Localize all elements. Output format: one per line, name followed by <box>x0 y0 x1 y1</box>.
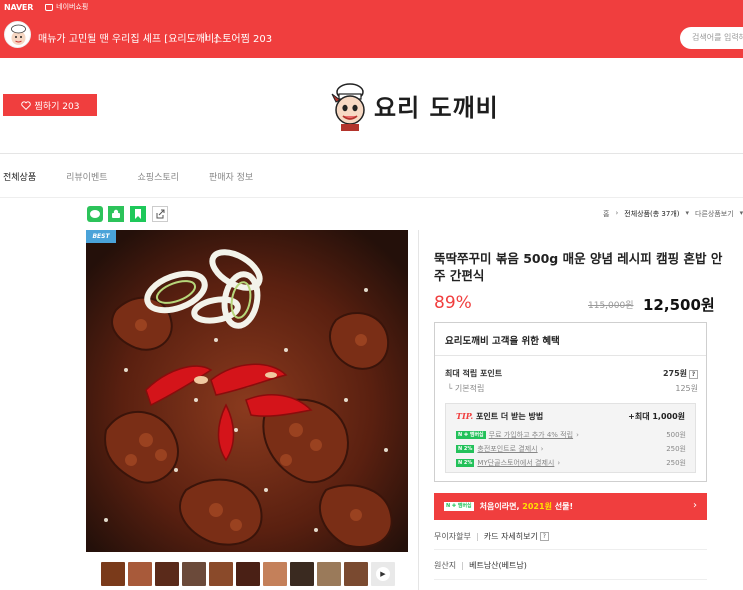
info-divider <box>434 579 707 580</box>
original-price: 115,000원 <box>588 301 634 311</box>
tip-prefix: TIP. <box>456 411 474 421</box>
base-point-label: 기본적립 <box>454 384 485 393</box>
thumbnail-1[interactable] <box>101 562 125 586</box>
npay-badge-icon: N 2% <box>456 459 475 467</box>
chevron-right-icon: › <box>693 500 697 511</box>
nav-divider <box>0 197 743 198</box>
help-icon[interactable]: ? <box>689 370 698 379</box>
store-header: 매뉴가 고민될 땐 우리집 셰프 [요리도깨비] 스토어찜 203 검색어를 입… <box>0 14 743 58</box>
base-point-value: 125원 <box>675 384 698 393</box>
thumbnail-7[interactable] <box>263 562 287 586</box>
promo-text: 처음이라면, 2021원 선물! <box>479 502 574 511</box>
best-badge: BEST <box>86 230 116 243</box>
thumbnail-6[interactable] <box>236 562 260 586</box>
tip-value: 250원 <box>666 445 686 453</box>
thumbnail-2[interactable] <box>128 562 152 586</box>
blog-share-icon[interactable] <box>130 206 146 222</box>
thumbnail-5[interactable] <box>209 562 233 586</box>
membership-promo-banner[interactable]: N ✚ 멤버십 처음이라면, 2021원 선물! › <box>434 493 707 520</box>
discount-rate: 89% <box>434 293 472 313</box>
logo-text: 요리 도깨비 <box>374 94 499 122</box>
npay-badge-icon: N 2% <box>456 445 475 453</box>
tip-heading: TIP. 포인트 더 받는 방법 <box>456 411 543 422</box>
video-thumbnail[interactable]: ▶ <box>371 562 395 586</box>
thumbnail-4[interactable] <box>182 562 206 586</box>
origin-label: 원산지 <box>434 561 457 570</box>
origin-row: 원산지 베트남산(베트남) <box>434 560 707 571</box>
nav-all-products[interactable]: 전체상품 <box>3 170 36 184</box>
help-icon[interactable]: ? <box>539 532 549 541</box>
tip-value: 250원 <box>666 459 686 467</box>
tip-row[interactable]: N ✚ 멤버십 무료 가입하고 추가 4% 적립 › 500원 <box>456 430 686 440</box>
thumbnail-strip: ▶ <box>101 562 395 586</box>
tip-max-point: +최대 1,000원 <box>628 412 685 421</box>
card-detail-link[interactable]: 카드 자세히보기 <box>484 531 538 542</box>
nav-seller-info[interactable]: 판매자 정보 <box>209 170 253 184</box>
tip-title: 포인트 더 받는 방법 <box>475 412 544 421</box>
thumbnail-3[interactable] <box>155 562 179 586</box>
benefit-box: 요리도깨비 고객을 위한 혜택 최대 적립 포인트 275원? └ 기본적립 1… <box>434 322 707 482</box>
membership-badge-icon: N ✚ 멤버십 <box>456 431 486 439</box>
share-icon[interactable] <box>152 206 168 222</box>
play-icon: ▶ <box>376 567 390 581</box>
base-point-row: └ 기본적립 125원 <box>445 384 698 393</box>
header-divider <box>205 32 206 41</box>
max-point-row: 최대 적립 포인트 275원? <box>445 368 698 379</box>
store-logo[interactable]: 요리 도깨비 <box>330 80 498 132</box>
tip-label: MY단골스토어에서 결제시 <box>477 459 555 467</box>
band-share-icon[interactable] <box>108 206 124 222</box>
point-tip-box: TIP. 포인트 더 받는 방법 +최대 1,000원 N ✚ 멤버십 무료 가입… <box>445 403 696 473</box>
installment-row: 무이자할부 카드 자세히보기 ? <box>434 531 707 542</box>
tip-value: 500원 <box>666 431 686 439</box>
tip-label: 충전포인트로 결제시 <box>477 445 538 453</box>
thumbnail-10[interactable] <box>344 562 368 586</box>
heart-plus-icon <box>20 100 31 110</box>
like-button-label: 찜하기 203 <box>34 101 80 112</box>
nav-shopping-story[interactable]: 쇼핑스토리 <box>138 170 179 184</box>
max-point-label: 최대 적립 포인트 <box>445 369 503 378</box>
naver-logo[interactable]: NAVER <box>4 3 33 12</box>
store-name[interactable]: 매뉴가 고민될 땐 우리집 셰프 [요리도깨비] <box>38 30 218 45</box>
tip-row[interactable]: N 2% 충전포인트로 결제시 › 250원 <box>456 444 686 454</box>
section-divider <box>0 153 743 154</box>
product-main-image[interactable] <box>86 230 408 552</box>
search-placeholder: 검색어를 입력해 <box>692 33 743 42</box>
origin-value: 베트남산(베트남) <box>469 561 527 570</box>
benefit-heading: 요리도깨비 고객을 위한 혜택 <box>445 336 560 347</box>
breadcrumb-all-products[interactable]: 전체상품(총 37개) <box>624 209 679 219</box>
store-zzim-count[interactable]: 스토어찜 203 <box>213 30 272 45</box>
like-button[interactable]: 찜하기 203 <box>3 94 97 116</box>
nav-review-event[interactable]: 리뷰이벤트 <box>66 170 107 184</box>
shopping-bag-icon <box>45 3 54 11</box>
benefit-divider <box>435 355 706 356</box>
max-point-value: 275원 <box>662 369 687 378</box>
store-search-input[interactable]: 검색어를 입력해 <box>680 27 743 49</box>
line-share-icon[interactable] <box>87 206 103 222</box>
goblin-chef-icon <box>331 83 365 131</box>
tip-row[interactable]: N 2% MY단골스토어에서 결제시 › 250원 <box>456 458 686 468</box>
naver-shopping-link[interactable]: 네이버쇼핑 <box>45 2 88 12</box>
breadcrumb: 홈 › 전체상품(총 37개) ▾ 다른상품보기 ▾ <box>603 209 743 219</box>
panel-divider <box>418 230 419 590</box>
naver-shopping-label: 네이버쇼핑 <box>56 3 89 11</box>
naver-topbar: NAVER 네이버쇼핑 <box>0 0 743 14</box>
store-nav: 전체상품 리뷰이벤트 쇼핑스토리 판매자 정보 <box>0 170 283 184</box>
membership-badge-icon: N ✚ 멤버십 <box>444 502 474 511</box>
thumbnail-8[interactable] <box>290 562 314 586</box>
breadcrumb-more-products[interactable]: 다른상품보기 <box>695 209 734 219</box>
thumbnail-9[interactable] <box>317 562 341 586</box>
tip-label: 무료 가입하고 추가 4% 적립 <box>488 431 574 439</box>
breadcrumb-home[interactable]: 홈 <box>603 209 609 219</box>
store-avatar[interactable] <box>4 21 31 48</box>
info-divider <box>434 549 707 550</box>
installment-label: 무이자할부 <box>434 532 471 541</box>
sale-price: 12,500원 <box>643 296 715 314</box>
product-title: 뚝딱쭈꾸미 볶음 500g 매운 양념 레시피 캠핑 혼밥 안주 간편식 <box>434 251 723 283</box>
